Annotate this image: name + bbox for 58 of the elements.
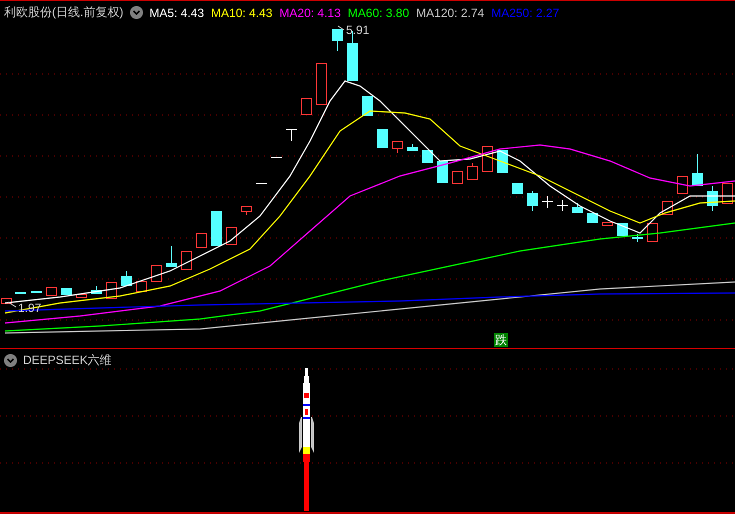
candlestick [15, 292, 26, 294]
candlestick [211, 210, 222, 246]
candlestick [1, 298, 12, 304]
indicator-value: MA5: 4.43 [149, 6, 204, 20]
indicator-value: MA20: 4.13 [279, 6, 341, 20]
candlestick [256, 182, 267, 184]
price-label: 5.91 [346, 23, 370, 37]
indicator-value: MA10: 4.43 [211, 6, 272, 20]
candlestick [632, 234, 643, 242]
leader-line [8, 302, 16, 308]
dropdown-icon[interactable] [130, 6, 144, 19]
indicator-value: MA120: 2.74 [416, 6, 484, 20]
candlestick [332, 28, 343, 52]
candlestick [316, 62, 327, 105]
candlestick [647, 222, 658, 242]
candlestick [707, 186, 718, 212]
chart-title: 利欧股份(日线.前复权) [4, 4, 124, 21]
candlestick [226, 226, 237, 245]
candlestick [557, 200, 568, 212]
candlestick [271, 156, 282, 158]
candlestick [722, 182, 733, 204]
candlestick [91, 286, 102, 294]
candlestick [452, 170, 463, 184]
candlestick [407, 144, 418, 152]
candlestick [151, 264, 162, 282]
rocket-icon [299, 368, 314, 511]
candlestick [46, 286, 57, 296]
candlestick [692, 154, 703, 186]
candlestick [677, 176, 688, 194]
candlestick [286, 128, 297, 142]
candlestick [181, 250, 192, 270]
candlestick [61, 288, 72, 296]
candlestick [437, 160, 448, 184]
candlestick [121, 270, 132, 286]
candlestick [467, 162, 478, 180]
candlestick [166, 246, 177, 268]
candlestick [196, 232, 207, 248]
candlestick [136, 280, 147, 292]
candlestick [76, 294, 87, 298]
candlestick [527, 190, 538, 212]
candlestick [377, 128, 388, 148]
indicator-value: MA250: 2.27 [491, 6, 560, 20]
candlestick [362, 96, 373, 116]
candlestick [512, 182, 523, 194]
signal-badge: 跌 [494, 333, 508, 347]
candlestick [301, 98, 312, 115]
candlestick [542, 196, 553, 208]
candlestick [422, 150, 433, 164]
candlestick [392, 140, 403, 154]
dropdown-icon[interactable] [4, 354, 17, 367]
indicator-title: DEEPSEEK六维 [23, 352, 112, 369]
candlestick [572, 202, 583, 214]
indicator-value: MA60: 3.80 [348, 6, 410, 20]
candlestick [587, 212, 598, 224]
leader-line [338, 26, 344, 30]
candlestick [602, 222, 613, 226]
candlestick [31, 290, 42, 294]
candlestick [241, 206, 252, 216]
